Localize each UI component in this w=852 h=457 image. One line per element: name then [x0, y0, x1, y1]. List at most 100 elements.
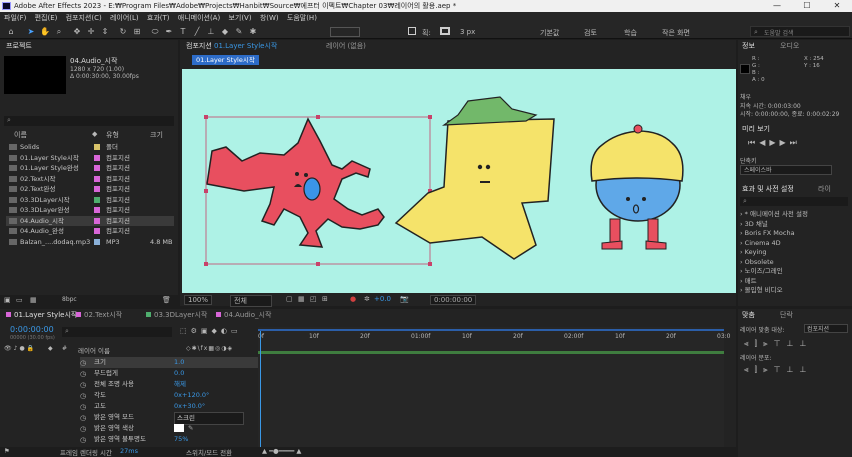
audio-tab[interactable]: 오디오: [780, 41, 799, 52]
rotation-tool-icon[interactable]: ↻: [118, 27, 128, 37]
zoom-dropdown[interactable]: 100%: [184, 295, 213, 305]
effect-category[interactable]: › 노이즈/그레인: [740, 267, 783, 276]
menu-edit[interactable]: 편집(E): [35, 14, 58, 22]
pan-camera-icon[interactable]: ✛: [86, 27, 96, 37]
puppet-pin-icon[interactable]: ✱: [248, 27, 258, 37]
transparency-grid-icon[interactable]: ▦: [298, 295, 305, 303]
effects-presets-tab[interactable]: 효과 및 사전 설정: [742, 184, 794, 195]
home-icon[interactable]: ⌂: [6, 27, 16, 37]
effect-category[interactable]: › Boris FX Mocha: [740, 229, 795, 238]
layer-property-row[interactable]: ◷ 고도 0x+30.0°: [80, 401, 260, 412]
timeline-tab[interactable]: 02.Text시작: [76, 310, 122, 321]
menu-view[interactable]: 보기(V): [228, 14, 251, 22]
distribute-buttons[interactable]: ⫷⫿⫸⊤⊥⊥: [744, 365, 813, 375]
eraser-tool-icon[interactable]: ◆: [220, 27, 230, 37]
info-tab[interactable]: 정보: [742, 41, 755, 52]
playback-controls[interactable]: ⏮◀▶▶⏭: [748, 138, 801, 148]
project-item[interactable]: 04.Audio_시작 컴포지션: [6, 215, 174, 226]
layer-property-row[interactable]: ◷ 밝은 영역 불투명도 75%: [80, 434, 260, 445]
close-button[interactable]: ✕: [822, 0, 852, 12]
align-target-dropdown[interactable]: 컴포지션: [804, 324, 848, 333]
effects-search-input[interactable]: ⌕: [740, 197, 848, 206]
eyedropper-icon[interactable]: ✎: [188, 423, 193, 434]
timeline-timecode[interactable]: 0:00:00:00: [10, 325, 54, 334]
ellipse-tool-icon[interactable]: ⬭: [150, 27, 160, 37]
label-color-swatch[interactable]: [94, 217, 100, 224]
clone-stamp-icon[interactable]: ⊥: [206, 27, 216, 37]
pan-behind-tool-icon[interactable]: ⊞: [132, 27, 142, 37]
project-item[interactable]: 03.3DLayer시작 컴포지션: [6, 195, 174, 205]
column-name-header[interactable]: 이름: [14, 130, 27, 140]
label-color-swatch[interactable]: [94, 175, 100, 182]
color-channel-icon[interactable]: ●: [350, 295, 356, 303]
interpret-footage-icon[interactable]: ▣: [4, 296, 11, 304]
effect-category[interactable]: › 3D 채널: [740, 220, 768, 229]
property-value[interactable]: 해제: [174, 379, 186, 390]
timeline-switches[interactable]: ⬚⚙▣◆◐▭: [180, 327, 242, 335]
column-type-header[interactable]: 유형: [106, 130, 119, 140]
menu-layer[interactable]: 레이어(L): [110, 14, 139, 22]
menu-animation[interactable]: 애니메이션(A): [178, 14, 220, 22]
layer-property-row[interactable]: ◷ 각도 0x+120.0°: [80, 390, 260, 401]
workspace-small-screen[interactable]: 작은 화면: [662, 28, 690, 38]
layer-property-row[interactable]: ◷ 부드럽게 0.0: [80, 368, 260, 379]
workspace-learn[interactable]: 학습: [624, 28, 637, 38]
menu-file[interactable]: 파일(F): [4, 14, 26, 22]
exposure-value[interactable]: +0.0: [374, 295, 391, 303]
property-value[interactable]: 1.0: [174, 357, 184, 368]
snap-options[interactable]: [330, 27, 360, 37]
bpc-label[interactable]: 8bpc: [62, 296, 77, 303]
effect-category[interactable]: › Cinema 4D: [740, 239, 781, 248]
help-search-input[interactable]: ⌕ 도움말 검색: [750, 26, 850, 37]
layer-property-row[interactable]: ◷ 전체 조명 사용 해제: [80, 379, 260, 390]
project-item[interactable]: Balzan_....dodaq.mp3 MP3 4.8 MB: [6, 237, 174, 247]
new-folder-icon[interactable]: ▭: [16, 296, 23, 304]
zoom-tool-icon[interactable]: ⌕: [54, 27, 64, 37]
comp-breadcrumb[interactable]: 01.Layer Style시작: [192, 55, 259, 65]
project-tab[interactable]: 프로젝트: [6, 41, 32, 52]
project-item[interactable]: Solids 폴더: [6, 142, 174, 152]
label-color-swatch[interactable]: [94, 228, 100, 234]
orbit-camera-icon[interactable]: ✥: [72, 27, 82, 37]
stroke-color-swatch[interactable]: [440, 27, 450, 35]
roto-brush-icon[interactable]: ✎: [234, 27, 244, 37]
effect-category[interactable]: › Obsolete: [740, 258, 774, 267]
timeline-search-input[interactable]: ⌕: [62, 327, 172, 337]
comp-tab[interactable]: 컴포지션 01.Layer Style시작: [186, 41, 277, 51]
timeline-tab[interactable]: 01.Layer Style시작: [6, 310, 77, 321]
shortcut-dropdown[interactable]: 스페이스바: [740, 165, 832, 175]
preview-tab[interactable]: 미리 보기: [742, 124, 770, 135]
snapshot-icon[interactable]: 📷: [400, 295, 409, 303]
exposure-icon[interactable]: ✲: [364, 295, 370, 303]
guides-icon[interactable]: ⊞: [322, 295, 328, 303]
label-color-swatch[interactable]: [94, 207, 100, 213]
menu-help[interactable]: 도움말(H): [287, 14, 317, 22]
minimize-button[interactable]: —: [762, 0, 792, 12]
timeline-track-area[interactable]: 0f10f20f01:00f10f20f02:00f10f20f03:0: [258, 327, 730, 447]
type-tool-icon[interactable]: T: [178, 27, 188, 37]
libraries-tab[interactable]: 라이: [818, 184, 831, 195]
project-item[interactable]: 01.Layer Style시작 컴포지션: [6, 153, 174, 163]
label-color-swatch[interactable]: [94, 186, 100, 192]
label-color-swatch[interactable]: [94, 144, 100, 150]
resolution-dropdown[interactable]: 전체: [230, 295, 272, 307]
project-search-input[interactable]: ⌕: [4, 116, 174, 126]
mask-visibility-icon[interactable]: ◰: [310, 295, 317, 303]
project-item[interactable]: 02.Text완성 컴포지션: [6, 184, 174, 194]
stopwatch-icon[interactable]: ◷: [80, 435, 86, 446]
label-color-swatch[interactable]: [94, 154, 100, 161]
maximize-button[interactable]: ☐: [792, 0, 822, 12]
layer-property-row[interactable]: ◷ 밝은 영역 모드 스크린: [80, 412, 260, 425]
effect-category[interactable]: › 몰입형 비디오: [740, 286, 783, 295]
current-time-display[interactable]: 0:00:00:00: [430, 295, 477, 305]
property-value[interactable]: 0x+30.0°: [174, 401, 205, 412]
effect-category[interactable]: › * 애니메이션 사전 설정: [740, 210, 808, 219]
column-size-header[interactable]: 크기: [150, 130, 163, 140]
current-time-indicator[interactable]: [260, 331, 261, 447]
toggle-switches-modes[interactable]: 스위치/모드 전환: [186, 447, 232, 457]
project-item[interactable]: 02.Text시작 컴포지션: [6, 174, 174, 184]
stroke-width-value[interactable]: 3 px: [460, 28, 475, 36]
label-color-swatch[interactable]: [94, 196, 100, 203]
menu-window[interactable]: 창(W): [260, 14, 279, 22]
effect-category[interactable]: › Keying: [740, 248, 767, 257]
